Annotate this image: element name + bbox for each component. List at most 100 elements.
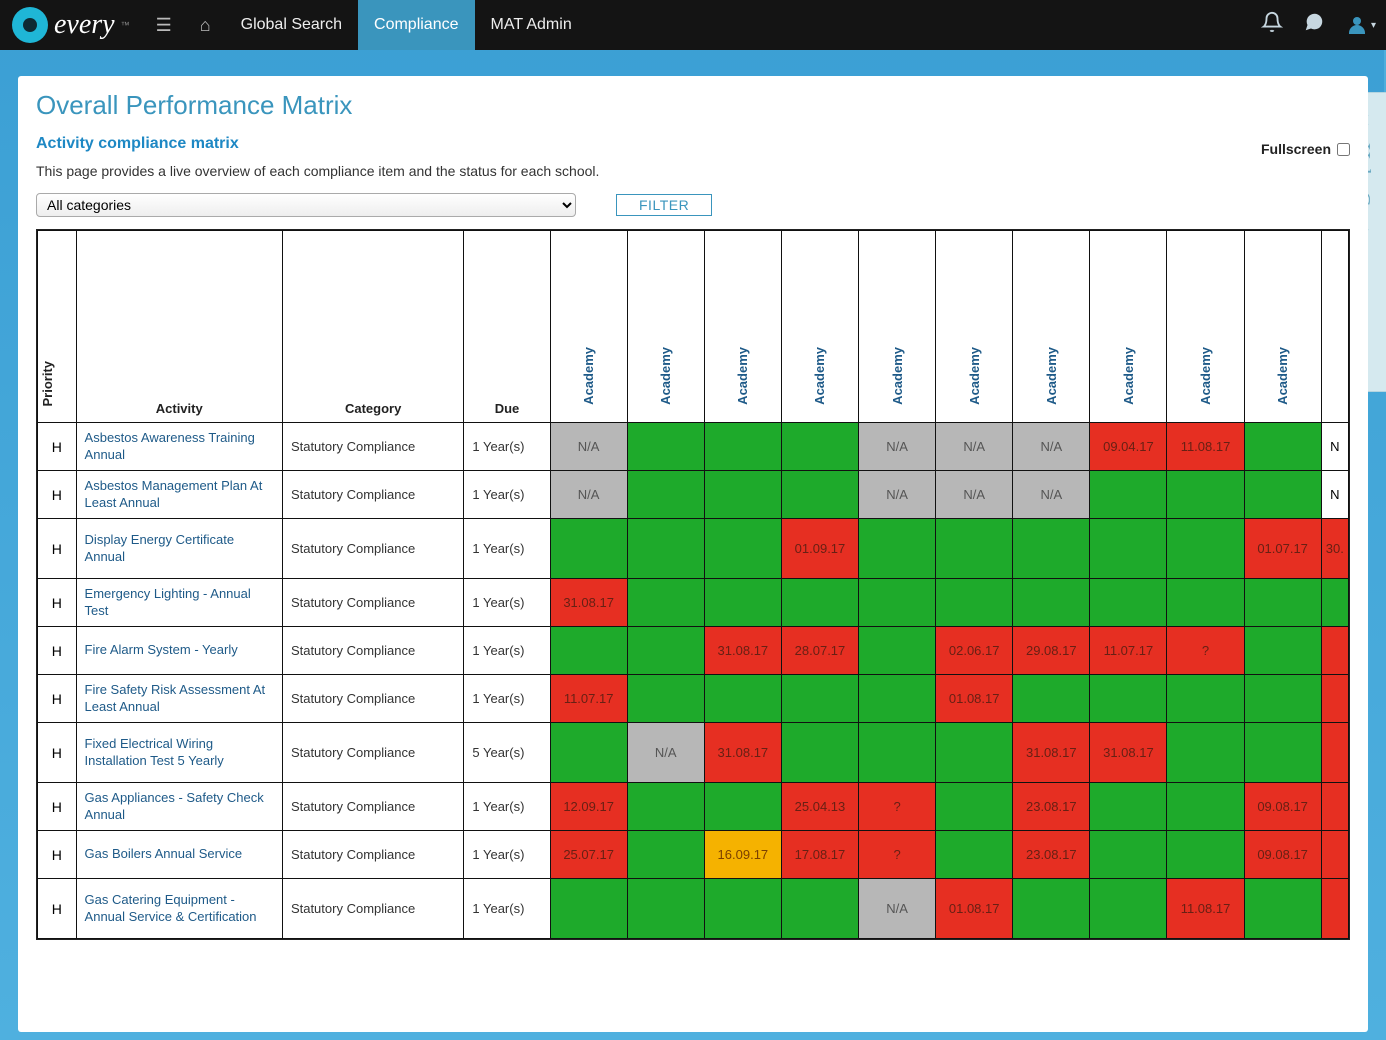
- status-cell[interactable]: N/A: [1013, 471, 1090, 519]
- nav-compliance[interactable]: Compliance: [358, 0, 474, 50]
- fullscreen-toggle[interactable]: Fullscreen: [1261, 141, 1350, 157]
- bell-icon[interactable]: [1251, 11, 1293, 39]
- status-cell[interactable]: [704, 519, 781, 579]
- user-menu[interactable]: ▾: [1335, 13, 1386, 37]
- status-cell[interactable]: [936, 831, 1013, 879]
- status-cell[interactable]: [1321, 879, 1348, 939]
- status-cell[interactable]: 01.08.17: [936, 879, 1013, 939]
- status-cell[interactable]: 25.07.17: [550, 831, 627, 879]
- status-cell[interactable]: N/A: [1013, 423, 1090, 471]
- status-cell[interactable]: [1013, 675, 1090, 723]
- status-cell[interactable]: 01.08.17: [936, 675, 1013, 723]
- status-cell[interactable]: 11.08.17: [1167, 423, 1244, 471]
- status-cell[interactable]: [936, 783, 1013, 831]
- status-cell[interactable]: [704, 783, 781, 831]
- status-cell[interactable]: [1013, 519, 1090, 579]
- status-cell[interactable]: [1244, 579, 1321, 627]
- status-cell[interactable]: 01.09.17: [781, 519, 858, 579]
- status-cell[interactable]: ?: [1167, 627, 1244, 675]
- activity-cell[interactable]: Gas Appliances - Safety Check Annual: [76, 783, 282, 831]
- home-icon[interactable]: ⌂: [186, 15, 225, 36]
- status-cell[interactable]: [1321, 579, 1348, 627]
- status-cell[interactable]: [627, 519, 704, 579]
- status-cell[interactable]: 23.08.17: [1013, 831, 1090, 879]
- status-cell[interactable]: [859, 519, 936, 579]
- status-cell[interactable]: [1090, 519, 1167, 579]
- status-cell[interactable]: 11.08.17: [1167, 879, 1244, 939]
- status-cell[interactable]: [1167, 783, 1244, 831]
- status-cell[interactable]: N/A: [550, 423, 627, 471]
- status-cell[interactable]: [1167, 579, 1244, 627]
- activity-cell[interactable]: Fire Alarm System - Yearly: [76, 627, 282, 675]
- status-cell[interactable]: 31.08.17: [704, 723, 781, 783]
- status-cell[interactable]: [1244, 471, 1321, 519]
- status-cell[interactable]: ?: [859, 783, 936, 831]
- status-cell[interactable]: [781, 879, 858, 939]
- status-cell[interactable]: [1244, 879, 1321, 939]
- nav-mat-admin[interactable]: MAT Admin: [475, 0, 588, 50]
- status-cell[interactable]: [550, 627, 627, 675]
- fullscreen-checkbox[interactable]: [1337, 143, 1350, 156]
- status-cell[interactable]: [1321, 723, 1348, 783]
- status-cell[interactable]: [936, 519, 1013, 579]
- status-cell[interactable]: [704, 579, 781, 627]
- status-cell[interactable]: [1244, 723, 1321, 783]
- status-cell[interactable]: [859, 675, 936, 723]
- status-cell[interactable]: N/A: [936, 423, 1013, 471]
- status-cell[interactable]: [627, 675, 704, 723]
- chat-icon[interactable]: [1293, 11, 1335, 39]
- status-cell[interactable]: [1167, 471, 1244, 519]
- status-cell[interactable]: 25.04.13: [781, 783, 858, 831]
- status-cell[interactable]: [1090, 879, 1167, 939]
- status-cell[interactable]: [704, 423, 781, 471]
- status-cell[interactable]: [781, 579, 858, 627]
- status-cell[interactable]: [627, 783, 704, 831]
- status-cell[interactable]: [781, 675, 858, 723]
- status-cell[interactable]: 16.09.17: [704, 831, 781, 879]
- status-cell[interactable]: [627, 831, 704, 879]
- status-cell[interactable]: [1321, 783, 1348, 831]
- status-cell[interactable]: N/A: [627, 723, 704, 783]
- status-cell[interactable]: [1090, 579, 1167, 627]
- header-school[interactable]: Academy: [1244, 231, 1321, 423]
- status-cell[interactable]: 31.08.17: [1090, 723, 1167, 783]
- header-school[interactable]: Academy: [936, 231, 1013, 423]
- filter-button[interactable]: FILTER: [616, 194, 712, 216]
- status-cell[interactable]: 09.08.17: [1244, 831, 1321, 879]
- status-cell[interactable]: 30.: [1321, 519, 1348, 579]
- status-cell[interactable]: [627, 471, 704, 519]
- status-cell[interactable]: 01.07.17: [1244, 519, 1321, 579]
- status-cell[interactable]: 29.08.17: [1013, 627, 1090, 675]
- header-school[interactable]: Academy: [550, 231, 627, 423]
- header-school[interactable]: Academy: [704, 231, 781, 423]
- status-cell[interactable]: [859, 579, 936, 627]
- status-cell[interactable]: [550, 723, 627, 783]
- status-cell[interactable]: 09.08.17: [1244, 783, 1321, 831]
- status-cell[interactable]: [781, 471, 858, 519]
- status-cell[interactable]: [1167, 723, 1244, 783]
- status-cell[interactable]: 31.08.17: [550, 579, 627, 627]
- header-school[interactable]: Academy: [781, 231, 858, 423]
- status-cell[interactable]: ?: [859, 831, 936, 879]
- status-cell[interactable]: 12.09.17: [550, 783, 627, 831]
- activity-cell[interactable]: Fixed Electrical Wiring Installation Tes…: [76, 723, 282, 783]
- status-cell[interactable]: 31.08.17: [704, 627, 781, 675]
- status-cell[interactable]: [859, 627, 936, 675]
- status-cell[interactable]: [1321, 831, 1348, 879]
- status-cell[interactable]: 31.08.17: [1013, 723, 1090, 783]
- status-cell[interactable]: [550, 519, 627, 579]
- status-cell[interactable]: [627, 879, 704, 939]
- status-cell[interactable]: 09.04.17: [1090, 423, 1167, 471]
- status-cell[interactable]: N/A: [859, 423, 936, 471]
- status-cell[interactable]: N: [1321, 423, 1348, 471]
- activity-cell[interactable]: Gas Catering Equipment - Annual Service …: [76, 879, 282, 939]
- status-cell[interactable]: [704, 879, 781, 939]
- activity-cell[interactable]: Asbestos Awareness Training Annual: [76, 423, 282, 471]
- status-cell[interactable]: N/A: [859, 471, 936, 519]
- status-cell[interactable]: 17.08.17: [781, 831, 858, 879]
- status-cell[interactable]: [550, 879, 627, 939]
- status-cell[interactable]: [627, 579, 704, 627]
- status-cell[interactable]: 11.07.17: [550, 675, 627, 723]
- status-cell[interactable]: [627, 627, 704, 675]
- header-school[interactable]: Academy: [1167, 231, 1244, 423]
